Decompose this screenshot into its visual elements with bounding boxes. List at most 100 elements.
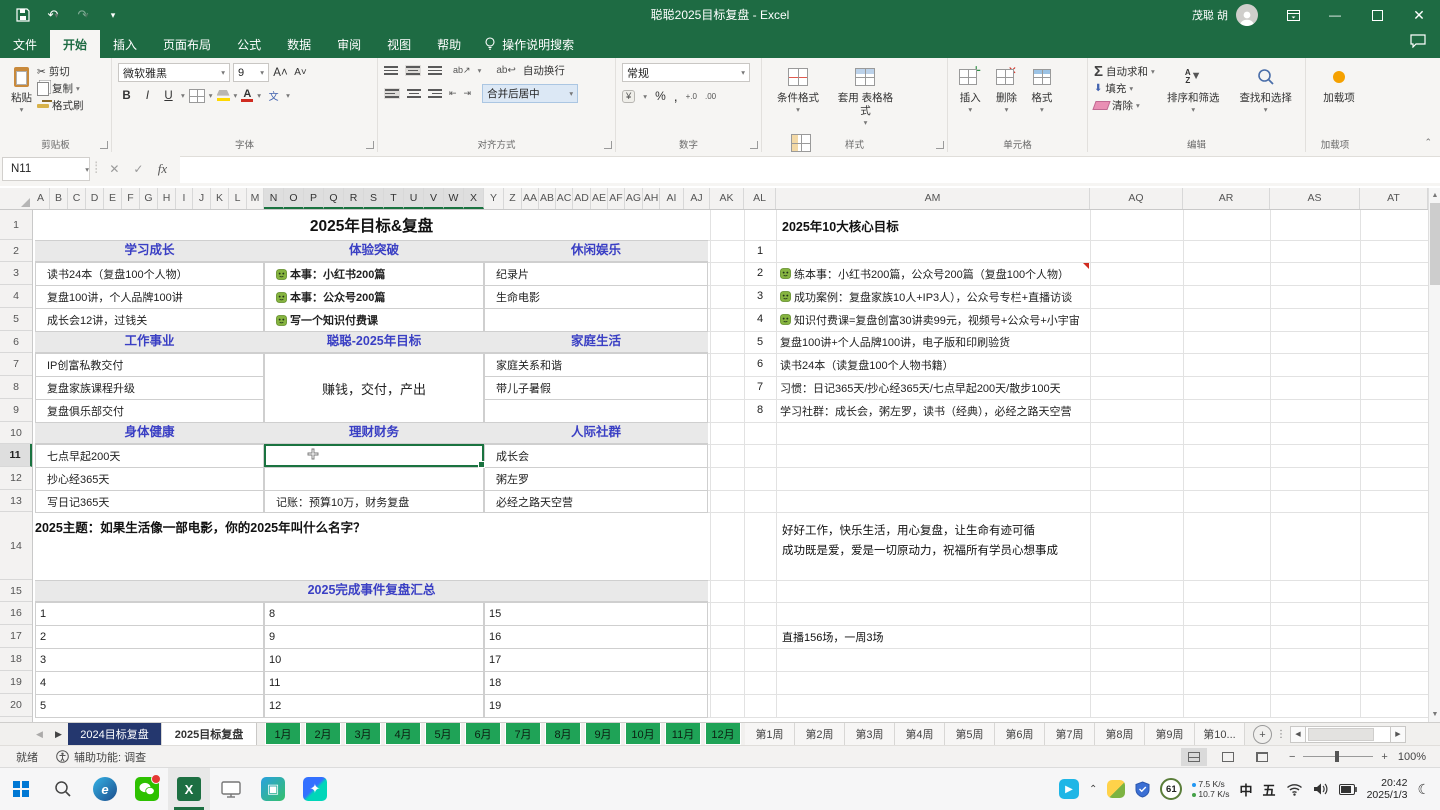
- page-layout-view-button[interactable]: [1215, 748, 1241, 766]
- clock[interactable]: 20:422025/1/3: [1367, 777, 1408, 801]
- goal-cell[interactable]: 本事：小红书200篇: [264, 262, 484, 286]
- goal-cell[interactable]: 复盘100讲，个人品牌100讲: [35, 285, 264, 309]
- zoom-in-icon[interactable]: +: [1381, 751, 1387, 763]
- menu-tab-审阅[interactable]: 审阅: [324, 30, 374, 58]
- row-header-1[interactable]: 1: [0, 210, 32, 240]
- goal-cell[interactable]: [264, 467, 484, 491]
- column-header-J[interactable]: J: [193, 188, 211, 209]
- page-break-view-button[interactable]: [1249, 748, 1275, 766]
- sheet-tab-第2周[interactable]: 第2周: [795, 723, 845, 745]
- wps-app-icon[interactable]: ▣: [252, 768, 294, 810]
- tab-overflow-icon[interactable]: ⋮: [1276, 723, 1286, 745]
- hscroll-right-icon[interactable]: ▶: [1390, 726, 1406, 743]
- summary-cell[interactable]: 4: [35, 671, 264, 695]
- select-all-corner[interactable]: [0, 188, 33, 209]
- row-header-15[interactable]: 15: [0, 580, 32, 602]
- column-header-AC[interactable]: AC: [556, 188, 573, 209]
- row-header-20[interactable]: 20: [0, 694, 32, 717]
- category-header[interactable]: 家庭生活: [484, 331, 708, 353]
- column-header-A[interactable]: A: [32, 188, 50, 209]
- sheet-nav-prev-icon[interactable]: ◀: [30, 723, 49, 745]
- column-header-G[interactable]: G: [140, 188, 158, 209]
- column-header-F[interactable]: F: [122, 188, 140, 209]
- fill-button[interactable]: ⬇填充▾: [1094, 80, 1155, 97]
- row-header-11[interactable]: 11: [0, 444, 32, 467]
- goal-cell[interactable]: 复盘俱乐部交付: [35, 399, 264, 423]
- summary-cell[interactable]: 18: [484, 671, 708, 695]
- summary-cell[interactable]: 8: [264, 602, 484, 626]
- column-header-M[interactable]: M: [247, 188, 264, 209]
- menu-tab-页面布局[interactable]: 页面布局: [150, 30, 224, 58]
- sheet-tab-8月[interactable]: 8月: [545, 723, 581, 745]
- column-header-T[interactable]: T: [384, 188, 404, 209]
- row-header-8[interactable]: 8: [0, 376, 32, 399]
- summary-cell[interactable]: 5: [35, 694, 264, 718]
- merge-center-button[interactable]: 合并后居中▾: [482, 84, 578, 103]
- selected-cell-N11[interactable]: [264, 444, 484, 467]
- row-header-10[interactable]: 10: [0, 422, 32, 444]
- row-header-5[interactable]: 5: [0, 308, 32, 331]
- battery-meter-icon[interactable]: 61: [1160, 778, 1182, 800]
- start-button[interactable]: [0, 768, 42, 810]
- row-header-17[interactable]: 17: [0, 625, 32, 648]
- column-header-AH[interactable]: AH: [643, 188, 660, 209]
- styles-dialog-launcher[interactable]: [936, 141, 944, 149]
- borders-icon[interactable]: [189, 89, 205, 103]
- addins-button[interactable]: 加载项: [1312, 63, 1366, 106]
- goal-cell[interactable]: 记账：预算10万，财务复盘: [264, 490, 484, 513]
- excel-taskbar-icon[interactable]: X: [168, 768, 210, 810]
- column-header-K[interactable]: K: [211, 188, 229, 209]
- tray-expand-chevron-icon[interactable]: ⌃: [1089, 784, 1097, 795]
- copy-button[interactable]: 复制▾: [37, 80, 84, 97]
- sheet-tab-2025-active[interactable]: 2025目标复盘: [162, 723, 257, 745]
- format-as-table-button[interactable]: 套用 表格格式▾: [832, 63, 898, 129]
- net-speed-indicator[interactable]: 7.5 K/s 10.7 K/s: [1192, 779, 1229, 799]
- maximize-button[interactable]: [1356, 0, 1398, 30]
- sheet-tab-12月[interactable]: 12月: [705, 723, 741, 745]
- battery-icon[interactable]: [1339, 784, 1357, 795]
- cut-button[interactable]: ✂剪切: [37, 63, 84, 80]
- format-painter-button[interactable]: 格式刷: [37, 97, 84, 114]
- format-cells-button[interactable]: 格式▾: [1026, 63, 1057, 116]
- column-header-E[interactable]: E: [104, 188, 122, 209]
- search-button[interactable]: [42, 768, 84, 810]
- goal-cell[interactable]: 复盘家族课程升级: [35, 376, 264, 400]
- sheet-tab-第3周[interactable]: 第3周: [845, 723, 895, 745]
- column-header-B[interactable]: B: [50, 188, 68, 209]
- row-header-6[interactable]: 6: [0, 331, 32, 353]
- column-header-Q[interactable]: Q: [324, 188, 344, 209]
- category-header[interactable]: 理财财务: [264, 422, 484, 444]
- row-header-16[interactable]: 16: [0, 602, 32, 625]
- zoom-level[interactable]: 100%: [1398, 751, 1426, 763]
- tell-me-search[interactable]: 操作说明搜索: [484, 30, 574, 58]
- horizontal-scrollbar[interactable]: ◀ ▶: [1290, 723, 1406, 745]
- sort-filter-button[interactable]: AZ▼ 排序和筛选▾: [1159, 63, 1227, 116]
- row-header-19[interactable]: 19: [0, 671, 32, 694]
- core-goal-text[interactable]: 练本事：小红书200篇，公众号200篇（复盘100个人物）: [780, 262, 1086, 285]
- goal-cell[interactable]: [484, 308, 708, 332]
- wechat-icon[interactable]: [126, 768, 168, 810]
- clipboard-dialog-launcher[interactable]: [100, 141, 108, 149]
- sheet-tab-第4周[interactable]: 第4周: [895, 723, 945, 745]
- summary-cell[interactable]: 11: [264, 671, 484, 695]
- column-header-AG[interactable]: AG: [625, 188, 643, 209]
- column-header-AB[interactable]: AB: [539, 188, 556, 209]
- menu-tab-视图[interactable]: 视图: [374, 30, 424, 58]
- column-header-AF[interactable]: AF: [608, 188, 625, 209]
- column-header-P[interactable]: P: [304, 188, 324, 209]
- summary-cell[interactable]: 16: [484, 625, 708, 649]
- goal-cell[interactable]: 生命电影: [484, 285, 708, 309]
- goal-cell[interactable]: 粥左罗: [484, 467, 708, 491]
- column-header-W[interactable]: W: [444, 188, 464, 209]
- column-header-Y[interactable]: Y: [484, 188, 504, 209]
- edge-icon[interactable]: e: [84, 768, 126, 810]
- menu-tab-公式[interactable]: 公式: [224, 30, 274, 58]
- menu-tab-帮助[interactable]: 帮助: [424, 30, 474, 58]
- phonetic-guide-icon[interactable]: 文: [265, 87, 282, 104]
- decrease-indent-icon[interactable]: ⇤: [449, 88, 457, 99]
- underline-button[interactable]: U: [160, 87, 177, 104]
- category-header[interactable]: 工作事业: [35, 331, 264, 353]
- accessibility-status[interactable]: 辅助功能: 调查: [74, 749, 146, 765]
- row-header-18[interactable]: 18: [0, 648, 32, 671]
- name-box[interactable]: N11▾: [2, 157, 90, 181]
